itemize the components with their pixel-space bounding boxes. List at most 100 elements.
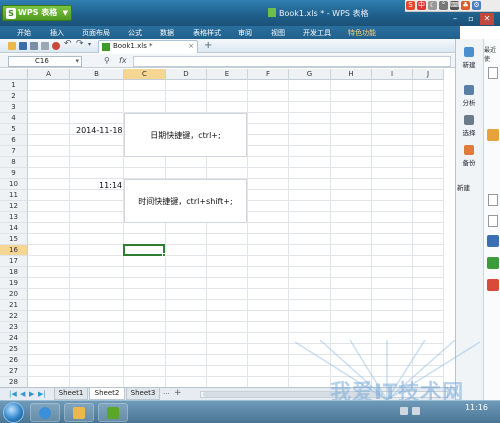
menu-item-insert[interactable]: 插入 [50,28,64,38]
taskbar-ie[interactable] [30,403,60,422]
start-button[interactable] [3,402,24,423]
sheet-tab-1[interactable]: Sheet1 [54,388,88,400]
insert-function-button[interactable]: fx [119,56,127,65]
row-header-15[interactable]: 15 [0,234,28,245]
sheet-tab-3[interactable]: Sheet3 [126,388,160,400]
skin-icon[interactable]: ♣ [461,1,470,10]
column-header-b[interactable]: B [70,69,124,80]
undo-icon[interactable]: ↶ [64,39,72,49]
prev-sheet-icon[interactable]: ◀ [20,390,25,398]
menu-item-formula[interactable]: 公式 [128,28,142,38]
row-header-7[interactable]: 7 [0,146,28,157]
column-header-d[interactable]: D [166,69,207,80]
menu-item-developer[interactable]: 开发工具 [303,28,331,38]
customize-toolbar-icon[interactable]: ▾ [88,41,96,49]
task-select-button[interactable]: 选择 [458,115,480,137]
scrollbar-thumb[interactable] [203,392,383,397]
network-icon[interactable] [400,407,408,415]
column-header-c[interactable]: C [124,69,166,80]
chinese-mode-icon[interactable]: 中 [417,1,426,10]
horizontal-scrollbar[interactable] [200,391,448,398]
row-header-19[interactable]: 19 [0,278,28,289]
column-header-i[interactable]: I [372,69,413,80]
row-header-9[interactable]: 9 [0,168,28,179]
sheet-tab-2[interactable]: Sheet2 [89,388,125,400]
document-tab[interactable]: Book1.xls * × [98,40,198,53]
formula-input[interactable] [133,56,451,67]
taskbar-wps[interactable] [98,403,128,422]
row-header-11[interactable]: 11 [0,190,28,201]
recent-file-icon[interactable] [488,67,498,79]
row-header-8[interactable]: 8 [0,157,28,168]
minimize-button[interactable]: – [448,13,462,25]
moon-icon[interactable]: ☾ [428,1,437,10]
row-header-24[interactable]: 24 [0,333,28,344]
keyboard-icon[interactable]: ⌨ [450,1,460,10]
tools-icon[interactable]: ⚙ [472,1,481,10]
row-header-20[interactable]: 20 [0,289,28,300]
print-icon[interactable] [30,42,38,50]
menu-item-home[interactable]: 开始 [17,28,31,38]
column-header-a[interactable]: A [28,69,70,80]
merged-cell-time-shortcut[interactable]: 时间快捷键，ctrl+shift+; [124,179,247,223]
row-header-27[interactable]: 27 [0,366,28,377]
save-icon[interactable] [19,42,27,50]
app-menu-button[interactable]: S WPS 表格 ▼ [2,5,72,21]
row-header-26[interactable]: 26 [0,355,28,366]
open-folder-icon[interactable] [8,42,16,50]
column-header-j[interactable]: J [413,69,444,80]
menu-item-review[interactable]: 审阅 [238,28,252,38]
template-icon[interactable] [487,235,499,247]
blank-doc-icon[interactable] [488,194,498,206]
redo-icon[interactable]: ↷ [76,39,84,49]
fill-handle[interactable] [162,253,166,257]
maximize-button[interactable]: ▫ [464,13,478,25]
more-sheets-button[interactable]: ··· [163,390,170,398]
row-header-28[interactable]: 28 [0,377,28,387]
row-header-6[interactable]: 6 [0,135,28,146]
menu-item-data[interactable]: 数据 [160,28,174,38]
task-backup-button[interactable]: 备份 [458,145,480,167]
menu-item-special-features[interactable]: 特色功能 [348,28,376,38]
print-preview-icon[interactable] [41,42,49,50]
volume-icon[interactable] [412,407,420,415]
recent-folder-icon[interactable] [487,129,499,141]
column-header-e[interactable]: E [207,69,248,80]
menu-item-page-layout[interactable]: 页面布局 [82,28,110,38]
row-header-3[interactable]: 3 [0,102,28,113]
blank-sheet-icon[interactable] [488,215,498,227]
column-header-h[interactable]: H [331,69,372,80]
row-header-5[interactable]: 5 [0,124,28,135]
row-header-13[interactable]: 13 [0,212,28,223]
row-header-18[interactable]: 18 [0,267,28,278]
task-analyze-button[interactable]: 分析 [458,85,480,107]
menu-item-table-style[interactable]: 表格样式 [193,28,221,38]
row-header-22[interactable]: 22 [0,311,28,322]
taskbar-explorer[interactable] [64,403,94,422]
spreadsheet-grid[interactable]: ABCDEFGHIJ 1 2 3 4 5 6 7 8 9 10 11 12 13 14 15 16 17 18 19… [0,69,444,387]
select-all-corner[interactable] [0,69,28,80]
row-header-4[interactable]: 4 [0,113,28,124]
first-sheet-icon[interactable]: |◀ [9,390,17,398]
row-header-17[interactable]: 17 [0,256,28,267]
row-header-25[interactable]: 25 [0,344,28,355]
active-cell-c16[interactable] [123,244,166,257]
name-box[interactable]: C16 ▾ [8,56,82,67]
cell-b5-date[interactable]: 2014-11-18 [76,126,123,135]
taskbar-clock[interactable]: 11:16 [465,403,488,412]
menu-item-view[interactable]: 视图 [271,28,285,38]
row-header-1[interactable]: 1 [0,80,28,91]
zoom-search-icon[interactable]: ⚲ [104,56,110,65]
row-header-14[interactable]: 14 [0,223,28,234]
chevron-down-icon[interactable]: ▾ [75,57,79,66]
row-header-23[interactable]: 23 [0,322,28,333]
column-header-f[interactable]: F [248,69,289,80]
close-tab-icon[interactable]: × [188,42,194,50]
row-header-2[interactable]: 2 [0,91,28,102]
row-header-16[interactable]: 16 [0,245,28,256]
row-header-10[interactable]: 10 [0,179,28,190]
last-sheet-icon[interactable]: ▶| [38,390,46,398]
merged-cell-date-shortcut[interactable]: 日期快捷键，ctrl+; [124,113,247,157]
punctuation-icon[interactable]: ° [439,1,448,10]
sogou-ime-icon[interactable]: S [406,1,415,10]
